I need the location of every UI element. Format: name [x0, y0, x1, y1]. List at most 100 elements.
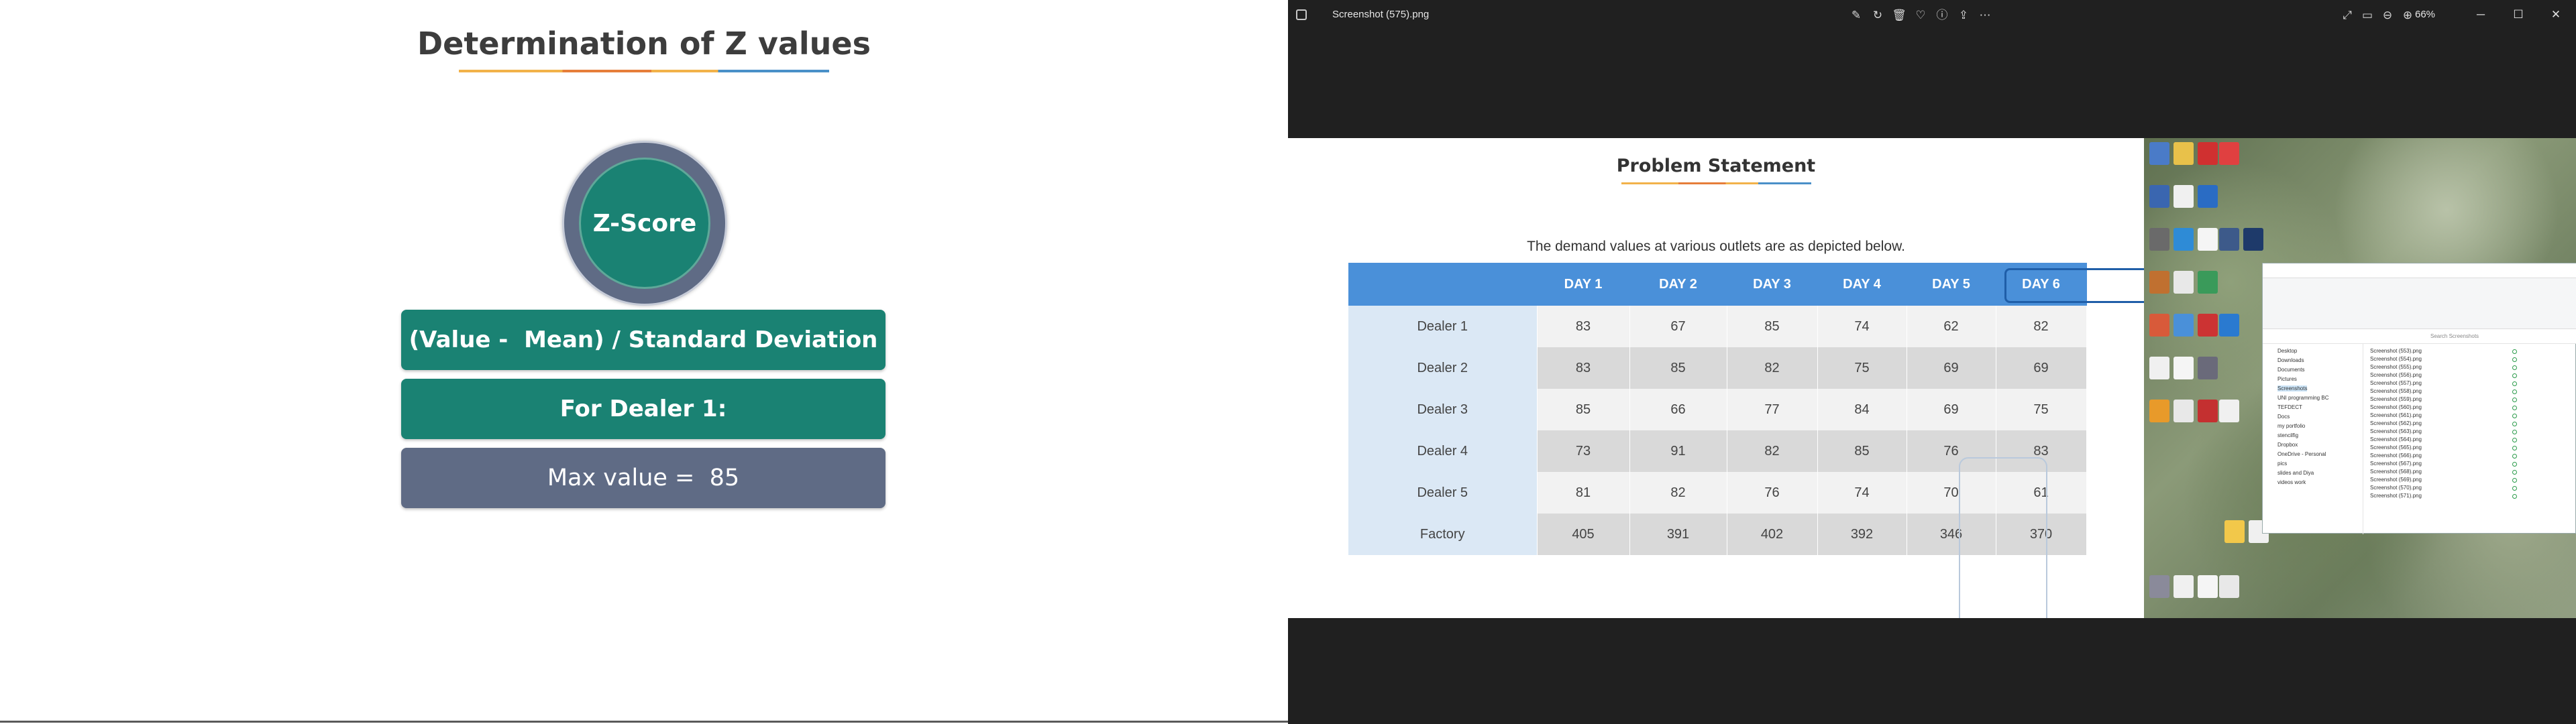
- cell: 76: [1907, 430, 1996, 472]
- nav-item: Downloads: [2277, 357, 2304, 363]
- file-item: Screenshot (567).png: [2370, 461, 2422, 467]
- viewer-titlebar: Screenshot (575).png ✎ ↻ 🗑 ♡ ⓘ ⇪ ⋯ ⤢ ▭ ⊖…: [1288, 0, 2576, 31]
- chrome-icon: [2174, 142, 2194, 165]
- favorite-icon[interactable]: ♡: [1912, 7, 1929, 24]
- cell: 85: [1537, 389, 1630, 430]
- app-icon: [2198, 185, 2218, 208]
- zoom-in-icon[interactable]: ⊕: [2399, 7, 2416, 24]
- cell: 85: [1629, 347, 1727, 389]
- expand-icon[interactable]: ⤢: [2339, 7, 2356, 24]
- file-item: Screenshot (559).png: [2370, 396, 2422, 402]
- sync-status-icon: [2512, 438, 2517, 442]
- cell: 84: [1817, 389, 1907, 430]
- formula-box: (Value - Mean) / Standard Deviation: [401, 310, 885, 370]
- demand-table: DAY 1 DAY 2 DAY 3 DAY 4 DAY 5 DAY 6 Deal…: [1348, 263, 2087, 555]
- rotate-icon[interactable]: ↻: [1869, 7, 1886, 24]
- explorer-search: Search Screenshots: [2430, 333, 2479, 339]
- sync-status-icon: [2512, 494, 2517, 499]
- cell: 82: [1727, 347, 1818, 389]
- delete-icon[interactable]: 🗑: [1890, 7, 1908, 24]
- row-label: Dealer 3: [1348, 389, 1538, 430]
- cell: 77: [1727, 389, 1818, 430]
- nav-item: UNI programming BC: [2277, 395, 2329, 401]
- file-icon: [2174, 575, 2194, 598]
- file-icon: [2198, 575, 2218, 598]
- info-icon[interactable]: ⓘ: [1933, 7, 1951, 24]
- edit-icon[interactable]: ✎: [1847, 7, 1865, 24]
- sync-status-icon: [2512, 462, 2517, 467]
- file-icon: [2174, 400, 2194, 422]
- explorer-titlebar: [2263, 263, 2576, 278]
- sync-status-icon: [2512, 422, 2517, 426]
- file-icon: [2174, 271, 2194, 294]
- cell: 69: [1907, 347, 1996, 389]
- cell: 82: [1996, 306, 2087, 347]
- file-icon: [2174, 185, 2194, 208]
- cell: 83: [1537, 347, 1630, 389]
- fit-icon[interactable]: ▭: [2359, 7, 2376, 24]
- file-icon: [2198, 228, 2218, 251]
- nav-item: Pictures: [2277, 376, 2297, 382]
- z-score-inner-circle: Z-Score: [579, 158, 710, 289]
- nav-item: Documents: [2277, 367, 2305, 373]
- desktop-app-icon: [2149, 185, 2169, 208]
- zoom-level[interactable]: 66%: [2415, 9, 2435, 20]
- header-day: DAY 2: [1629, 263, 1727, 306]
- left-slide: Determination of Z values Z-Score (Value…: [0, 0, 1288, 724]
- desktop-app-icon: [2149, 314, 2169, 337]
- nav-item: Desktop: [2277, 348, 2298, 354]
- cell: 82: [1629, 472, 1727, 514]
- z-score-label: Z-Score: [592, 209, 697, 237]
- maximize-icon[interactable]: ☐: [2508, 5, 2529, 24]
- more-icon[interactable]: ⋯: [1976, 7, 1994, 24]
- nav-item: my portfolio: [2277, 423, 2306, 429]
- file-icon: [2174, 357, 2194, 379]
- row-label: Dealer 4: [1348, 430, 1538, 472]
- sync-status-icon: [2512, 430, 2517, 434]
- cell: 91: [1629, 430, 1727, 472]
- sync-status-icon: [2512, 398, 2517, 402]
- cell: 85: [1817, 430, 1907, 472]
- sync-status-icon: [2512, 349, 2517, 354]
- file-item: Screenshot (571).png: [2370, 493, 2422, 499]
- cell: 74: [1817, 306, 1907, 347]
- cell: 402: [1727, 514, 1818, 555]
- file-item: Screenshot (560).png: [2370, 404, 2422, 410]
- file-item: Screenshot (562).png: [2370, 420, 2422, 426]
- app-icon: [2198, 314, 2218, 337]
- sync-status-icon: [2512, 486, 2517, 491]
- desktop-screenshot: Search Screenshots Desktop Downloads Doc…: [2144, 138, 2576, 618]
- problem-subtitle: The demand values at various outlets are…: [1527, 239, 1905, 254]
- problem-title-underline: [1621, 182, 1811, 184]
- header-day: DAY 1: [1537, 263, 1630, 306]
- file-item: Screenshot (553).png: [2370, 348, 2422, 354]
- minimize-icon[interactable]: ─: [2470, 5, 2491, 24]
- acrobat-icon: [2198, 142, 2218, 165]
- nav-item: Dropbox: [2277, 442, 2298, 448]
- file-item: Screenshot (570).png: [2370, 485, 2422, 491]
- app-icon: [2198, 271, 2218, 294]
- table-row: Dealer 1 83 67 85 74 62 82: [1348, 306, 2087, 347]
- desktop-app-icon: [2149, 228, 2169, 251]
- file-item: Screenshot (566).png: [2370, 452, 2422, 459]
- nav-item: pics: [2277, 461, 2288, 467]
- cell: 75: [1996, 389, 2087, 430]
- sync-status-icon: [2512, 373, 2517, 378]
- sync-status-icon: [2512, 478, 2517, 483]
- app-icon: [2149, 575, 2169, 598]
- table-row: Dealer 5 81 82 76 74 70 61: [1348, 472, 2087, 514]
- close-icon[interactable]: ✕: [2545, 5, 2567, 24]
- zoom-out-icon[interactable]: ⊖: [2379, 7, 2396, 24]
- app-icon: [2198, 400, 2218, 422]
- app-icon: [2219, 314, 2239, 337]
- header-day: DAY 5: [1907, 263, 1996, 306]
- cell: 392: [1817, 514, 1907, 555]
- cell: 370: [1996, 514, 2087, 555]
- bottom-divider: [0, 721, 1288, 723]
- row-label: Dealer 5: [1348, 472, 1538, 514]
- file-item: Screenshot (569).png: [2370, 477, 2422, 483]
- share-icon[interactable]: ⇪: [1955, 7, 1972, 24]
- file-title: Screenshot (575).png: [1332, 9, 1430, 20]
- row-label: Dealer 2: [1348, 347, 1538, 389]
- desktop-app-icon: [2149, 142, 2169, 165]
